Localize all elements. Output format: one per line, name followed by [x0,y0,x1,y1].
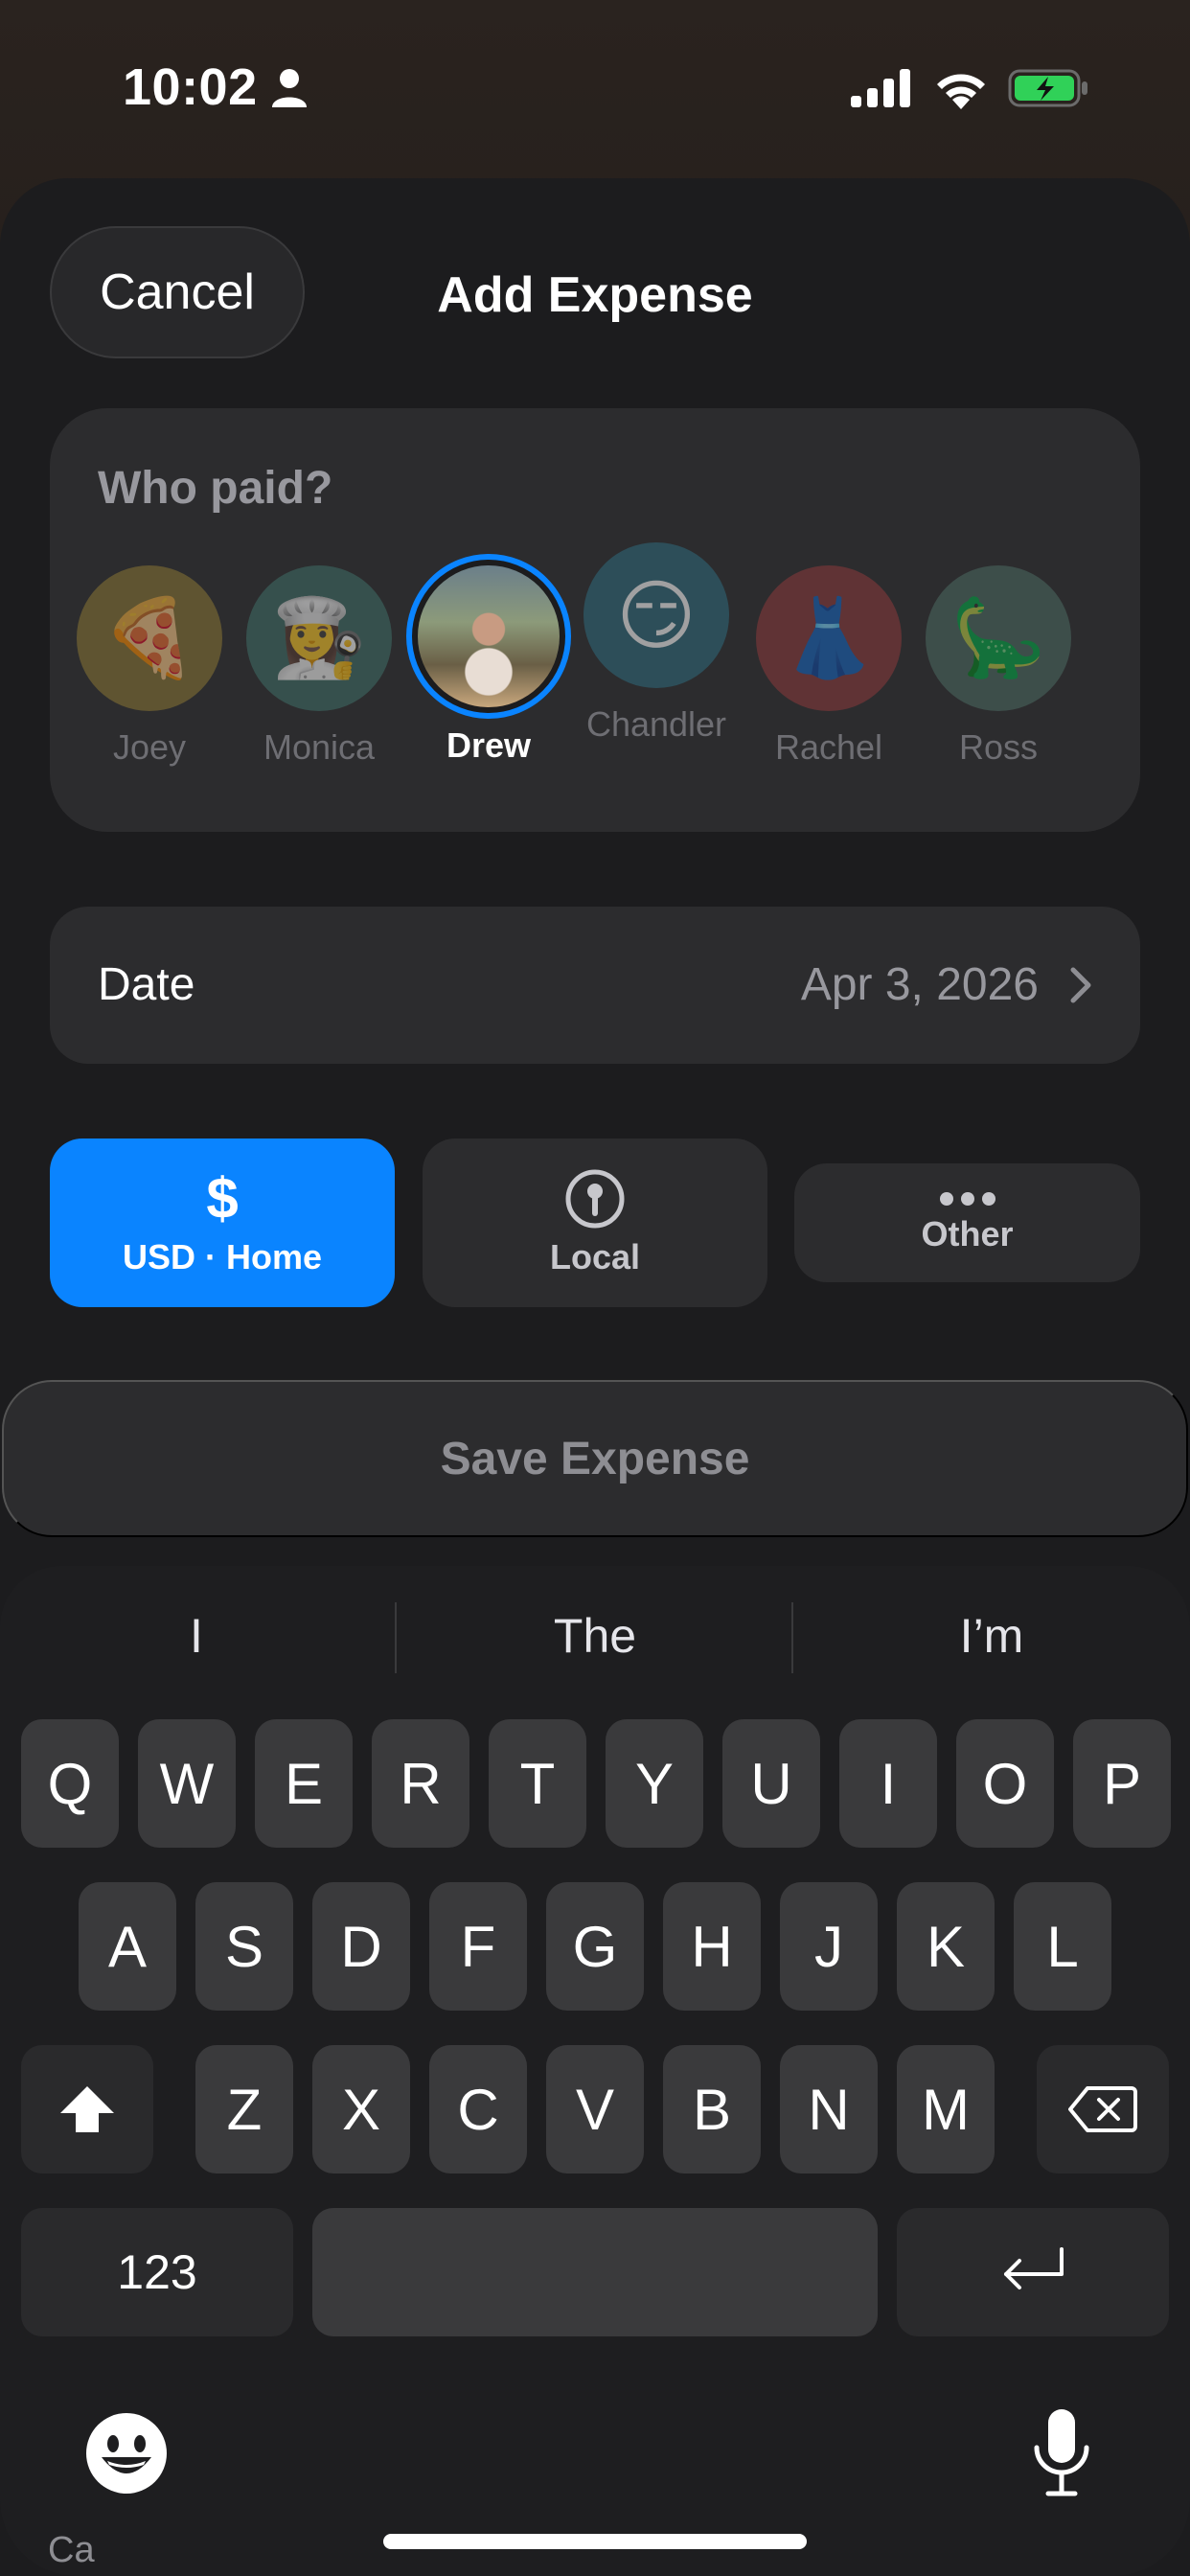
chevron-right-icon [1070,967,1091,1003]
microphone-icon[interactable] [1031,2405,1092,2501]
suggestion-2[interactable]: The [435,1591,755,1681]
space-key[interactable] [312,2208,878,2336]
key-u[interactable]: U [722,1719,820,1848]
key-l[interactable]: L [1014,1882,1111,2011]
currency-home-button[interactable]: $ USD · Home [50,1138,395,1307]
currency-home-label: USD · Home [122,1237,323,1276]
currency-local-button[interactable]: Local [423,1138,767,1307]
key-w[interactable]: W [138,1719,236,1848]
payer-option-monica[interactable]: 👩‍🍳 Monica [233,565,405,767]
key-v[interactable]: V [546,2045,644,2174]
payer-name: Joey [112,727,187,767]
person-icon [272,69,307,107]
return-arrow-icon [1004,2247,1064,2289]
smirk-avatar-icon: 😏 [584,542,729,688]
dinosaur-avatar-icon: 🦕 [926,565,1071,711]
save-expense-button[interactable]: Save Expense [2,1380,1188,1537]
who-paid-label: Who paid? [98,463,333,514]
payer-name: Ross [958,727,1039,767]
pizza-avatar-icon: 🍕 [77,565,222,711]
key-y[interactable]: Y [606,1719,703,1848]
key-e[interactable]: E [255,1719,353,1848]
payer-option-rachel[interactable]: 👗 Rachel [743,565,915,767]
key-g[interactable]: G [546,1882,644,2011]
backspace-icon [1068,2086,1137,2132]
who-paid-card: Who paid? 🍕 Joey 👩‍🍳 Monica Drew 😏 Chand… [50,408,1140,832]
shift-arrow-icon [60,2086,114,2132]
key-m[interactable]: M [897,2045,995,2174]
payer-name: Monica [263,727,376,767]
key-o[interactable]: O [956,1719,1054,1848]
currency-other-button[interactable]: Other [794,1163,1140,1282]
key-q[interactable]: Q [21,1719,119,1848]
location-pin-icon [565,1169,625,1229]
key-s[interactable]: S [195,1882,293,2011]
suggestion-3[interactable]: I’m [832,1591,1152,1681]
key-r[interactable]: R [372,1719,469,1848]
key-a[interactable]: A [79,1882,176,2011]
currency-local-label: Local [549,1237,641,1276]
background-text: Ca [48,2530,95,2570]
battery-charging-icon [1008,69,1087,107]
payer-option-drew[interactable]: Drew [402,554,575,765]
shift-key[interactable] [21,2045,153,2174]
emoji-icon[interactable] [84,2411,169,2496]
key-n[interactable]: N [780,2045,878,2174]
numbers-key[interactable]: 123 [21,2208,293,2336]
key-i[interactable]: I [839,1719,937,1848]
key-c[interactable]: C [429,2045,527,2174]
payer-option-chandler[interactable]: 😏 Chandler [572,542,741,744]
payer-name: Rachel [774,727,883,767]
payer-option-ross[interactable]: 🦕 Ross [912,565,1085,767]
key-k[interactable]: K [897,1882,995,2011]
drew-photo-avatar [406,554,571,719]
key-f[interactable]: F [429,1882,527,2011]
key-x[interactable]: X [312,2045,410,2174]
status-time: 10:02 [123,58,258,116]
key-h[interactable]: H [663,1882,761,2011]
date-value: Apr 3, 2026 [800,959,1039,1010]
suggestion-1[interactable]: I [38,1591,355,1681]
date-label: Date [98,959,195,1010]
key-b[interactable]: B [663,2045,761,2174]
key-t[interactable]: T [489,1719,586,1848]
key-j[interactable]: J [780,1882,878,2011]
delete-key[interactable] [1037,2045,1169,2174]
dress-avatar-icon: 👗 [756,565,902,711]
more-dots-icon [939,1192,995,1206]
cellular-signal-icon [851,69,910,107]
key-z[interactable]: Z [195,2045,293,2174]
payer-name: Drew [446,725,532,765]
currency-other-label: Other [921,1214,1014,1254]
dollar-icon: $ [206,1166,239,1230]
key-d[interactable]: D [312,1882,410,2011]
sheet-title: Add Expense [437,267,753,323]
status-bar: 10:02 [0,0,1190,172]
suggestion-divider [791,1602,793,1673]
key-p[interactable]: P [1073,1719,1171,1848]
date-row[interactable]: Date Apr 3, 2026 [50,907,1140,1064]
wifi-icon [937,74,985,109]
payer-name: Chandler [585,704,727,744]
suggestion-divider [395,1602,397,1673]
payer-option-joey[interactable]: 🍕 Joey [63,565,236,767]
chef-avatar-icon: 👩‍🍳 [246,565,392,711]
return-key[interactable] [897,2208,1169,2336]
home-indicator[interactable] [383,2534,807,2549]
